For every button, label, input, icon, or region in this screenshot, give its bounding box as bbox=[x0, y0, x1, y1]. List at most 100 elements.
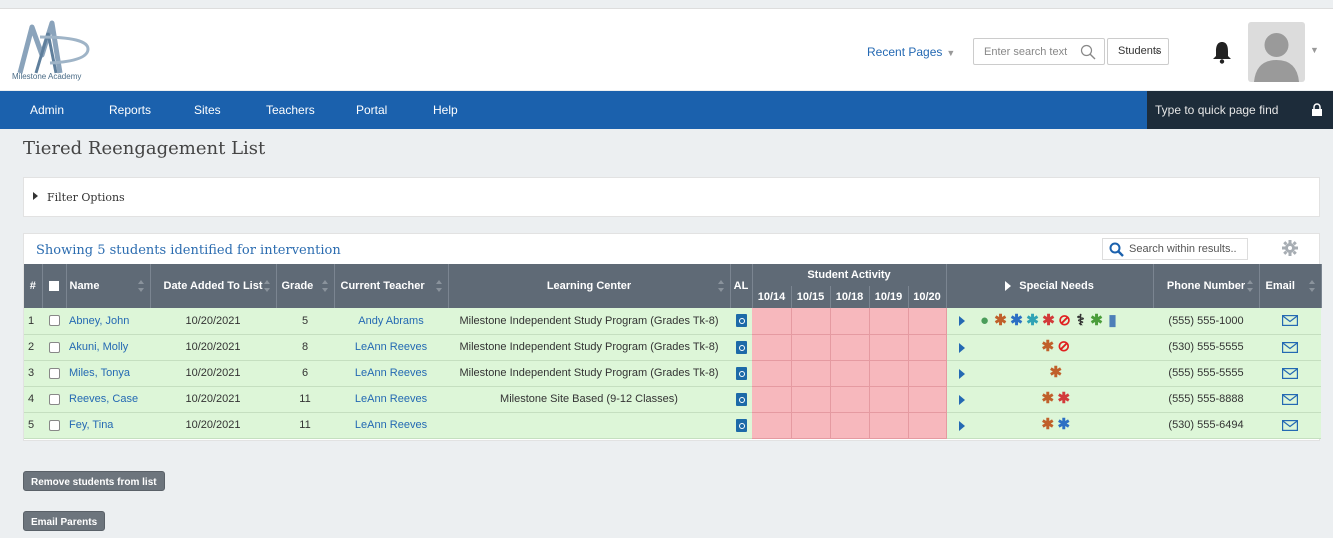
checkbox-square-icon[interactable] bbox=[48, 341, 60, 353]
al-search-icon[interactable] bbox=[735, 392, 747, 406]
row-checkbox[interactable] bbox=[42, 386, 66, 413]
quick-page-find[interactable]: Type to quick page find bbox=[1147, 91, 1333, 129]
student-name-link[interactable]: Reeves, Case bbox=[69, 393, 138, 405]
envelope-icon[interactable] bbox=[1282, 393, 1299, 405]
teacher-link[interactable]: LeAnn Reeves bbox=[355, 419, 427, 431]
col-header-email[interactable]: Email bbox=[1259, 264, 1322, 308]
activity-cell bbox=[752, 386, 792, 413]
row-checkbox[interactable] bbox=[42, 412, 66, 439]
puzzle-blue-icon[interactable]: ✱ bbox=[1057, 417, 1071, 432]
sort-icon[interactable] bbox=[137, 280, 145, 292]
puzzle-orange-icon[interactable]: ✱ bbox=[994, 313, 1008, 328]
nav-portal[interactable]: Portal bbox=[356, 103, 387, 117]
col-header-name[interactable]: Name bbox=[66, 264, 151, 308]
puzzle-blue-icon[interactable]: ✱ bbox=[1010, 313, 1024, 328]
envelope-icon[interactable] bbox=[1282, 367, 1299, 379]
caret-right-icon[interactable] bbox=[958, 368, 965, 379]
activity-cell bbox=[791, 334, 831, 361]
col-header-grade[interactable]: Grade bbox=[276, 264, 335, 308]
nav-reports[interactable]: Reports bbox=[109, 103, 151, 117]
puzzle-red-icon[interactable]: ✱ bbox=[1057, 391, 1071, 406]
results-search-input[interactable] bbox=[1129, 239, 1245, 259]
col-header-teacher[interactable]: Current Teacher bbox=[334, 264, 449, 308]
no-sign-icon[interactable]: ⊘ bbox=[1057, 339, 1071, 354]
sort-icon[interactable] bbox=[1308, 280, 1316, 292]
gear-icon[interactable] bbox=[1281, 239, 1299, 257]
user-avatar[interactable] bbox=[1248, 22, 1305, 82]
teacher-link[interactable]: Andy Abrams bbox=[358, 315, 423, 327]
puzzle-orange-icon[interactable]: ✱ bbox=[1049, 365, 1063, 380]
search-scope-select[interactable]: Students ⌄ bbox=[1107, 38, 1169, 65]
nav-teachers[interactable]: Teachers bbox=[266, 103, 315, 117]
person-group-icon[interactable]: ▮ bbox=[1106, 313, 1120, 328]
nav-sites[interactable]: Sites bbox=[194, 103, 221, 117]
envelope-icon[interactable] bbox=[1282, 341, 1299, 353]
email-parents-button[interactable]: Email Parents bbox=[23, 511, 106, 531]
teacher-link[interactable]: LeAnn Reeves bbox=[355, 341, 427, 353]
caret-right-icon[interactable] bbox=[1005, 281, 1012, 292]
caduceus-icon[interactable]: ⚕ bbox=[1074, 313, 1088, 328]
table-row: 4 Reeves, Case 10/20/2021 11 LeAnn Reeves Mil… bbox=[24, 386, 1322, 413]
envelope-icon[interactable] bbox=[1282, 419, 1299, 431]
chevron-down-icon[interactable]: ▼ bbox=[1310, 45, 1319, 55]
sort-icon[interactable] bbox=[435, 280, 443, 292]
teacher-link[interactable]: LeAnn Reeves bbox=[355, 393, 427, 405]
puzzle-orange-icon[interactable]: ✱ bbox=[1041, 391, 1055, 406]
caret-right-icon[interactable] bbox=[958, 342, 965, 353]
nav-help[interactable]: Help bbox=[433, 103, 458, 117]
student-name-link[interactable]: Akuni, Molly bbox=[69, 341, 128, 353]
caret-right-icon bbox=[33, 192, 38, 200]
select-all-checkbox[interactable] bbox=[42, 264, 67, 308]
col-header-special-needs[interactable]: Special Needs bbox=[946, 264, 1154, 308]
caret-right-icon[interactable] bbox=[958, 394, 965, 405]
sort-icon[interactable] bbox=[1246, 280, 1254, 292]
sort-icon[interactable] bbox=[263, 280, 271, 292]
al-search-icon[interactable] bbox=[735, 366, 747, 380]
sort-icon[interactable] bbox=[717, 280, 725, 292]
col-header-phone[interactable]: Phone Number bbox=[1153, 264, 1260, 308]
al-search-icon[interactable] bbox=[735, 340, 747, 354]
student-name-link[interactable]: Fey, Tina bbox=[69, 419, 113, 431]
al-search-icon[interactable] bbox=[735, 314, 747, 328]
col-header-learning-center[interactable]: Learning Center bbox=[448, 264, 731, 308]
activity-cell bbox=[869, 412, 909, 439]
row-checkbox[interactable] bbox=[42, 308, 66, 335]
student-name-link[interactable]: Miles, Tonya bbox=[69, 367, 130, 379]
lock-icon[interactable] bbox=[1311, 103, 1323, 116]
envelope-icon[interactable] bbox=[1282, 315, 1299, 327]
caret-right-icon[interactable] bbox=[958, 420, 965, 431]
checkbox-square-icon[interactable] bbox=[48, 315, 60, 327]
caret-right-icon[interactable] bbox=[958, 316, 965, 326]
special-needs-icons: ✱ bbox=[1048, 365, 1064, 380]
activity-cell bbox=[752, 412, 792, 439]
checkbox-square-icon[interactable] bbox=[48, 393, 60, 405]
sort-icon[interactable] bbox=[321, 280, 329, 292]
puzzle-green-icon[interactable]: ✱ bbox=[1090, 313, 1104, 328]
globe-icon[interactable]: ● bbox=[978, 313, 992, 328]
recent-pages-menu[interactable]: Recent Pages ▼ bbox=[867, 45, 955, 59]
puzzle-orange-icon[interactable]: ✱ bbox=[1041, 339, 1055, 354]
no-sign-icon[interactable]: ⊘ bbox=[1058, 313, 1072, 328]
filter-options-label: Filter Options bbox=[47, 191, 125, 204]
learning-center-cell: Milestone Site Based (9-12 Classes) bbox=[448, 386, 730, 413]
global-search-input[interactable] bbox=[974, 39, 1074, 64]
search-icon[interactable] bbox=[1080, 44, 1096, 60]
checkbox-square-icon[interactable] bbox=[48, 419, 60, 431]
puzzle-red-icon[interactable]: ✱ bbox=[1042, 313, 1056, 328]
teacher-link[interactable]: LeAnn Reeves bbox=[355, 367, 427, 379]
row-checkbox[interactable] bbox=[42, 334, 66, 361]
puzzle-orange-icon[interactable]: ✱ bbox=[1041, 417, 1055, 432]
bell-icon[interactable] bbox=[1211, 40, 1233, 64]
filter-options-toggle[interactable]: Filter Options bbox=[23, 177, 1320, 217]
student-name-link[interactable]: Abney, John bbox=[69, 315, 129, 327]
col-header-date-added[interactable]: Date Added To List bbox=[150, 264, 277, 308]
checkbox-square-icon[interactable] bbox=[48, 367, 60, 379]
row-checkbox[interactable] bbox=[42, 360, 66, 387]
remove-students-button[interactable]: Remove students from list bbox=[23, 471, 165, 491]
learning-center-cell bbox=[448, 412, 730, 439]
puzzle-teal-icon[interactable]: ✱ bbox=[1026, 313, 1040, 328]
nav-admin[interactable]: Admin bbox=[30, 103, 64, 117]
al-search-icon[interactable] bbox=[735, 418, 747, 432]
activity-date-header: 10/15 bbox=[791, 286, 831, 308]
checkbox-square-icon[interactable] bbox=[49, 281, 59, 292]
